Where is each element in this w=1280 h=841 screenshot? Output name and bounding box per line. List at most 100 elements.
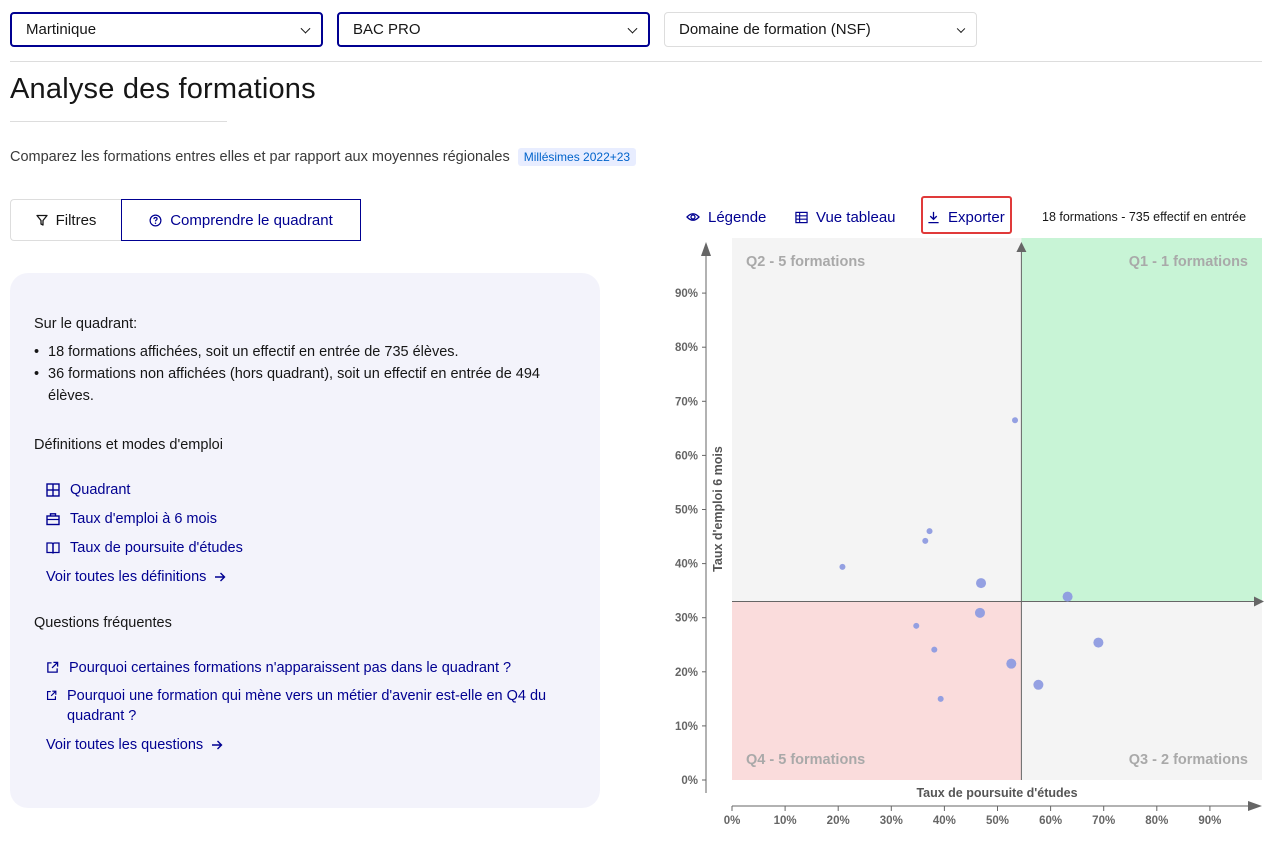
- external-link-icon: [46, 690, 57, 701]
- list-item: 18 formations affichées, soit un effecti…: [34, 341, 576, 363]
- y-tick-label: 20%: [675, 667, 698, 679]
- data-point[interactable]: [974, 607, 985, 618]
- x-tick-label: 80%: [1145, 815, 1168, 827]
- data-point[interactable]: [926, 528, 933, 535]
- quadrant-q2-area: [732, 238, 1022, 602]
- millesime-badge: Millésimes 2022+23: [517, 148, 637, 166]
- definition-link-poursuite[interactable]: Taux de poursuite d'études: [46, 533, 576, 562]
- x-tick-label: 10%: [774, 815, 797, 827]
- chevron-down-icon: [627, 23, 638, 34]
- region-select[interactable]: Martinique: [10, 12, 323, 47]
- y-tick-label: 90%: [675, 288, 698, 300]
- definition-link-label: Taux d'emploi à 6 mois: [70, 510, 218, 527]
- quadrant-chart: 0% 10% 20% 30% 40% 50% 60% 70% 80% 90% 0% 10% 20% 30%…: [675, 238, 1264, 827]
- arrow-right-icon: [212, 740, 223, 749]
- see-all-definitions-label: Voir toutes les définitions: [46, 568, 207, 585]
- data-point[interactable]: [839, 563, 846, 570]
- tab-filtres[interactable]: Filtres: [10, 199, 121, 241]
- definition-link-emploi[interactable]: Taux d'emploi à 6 mois: [46, 504, 576, 533]
- faq-links: Pourquoi certaines formations n'apparais…: [34, 653, 576, 759]
- domaine-select-value: Domaine de formation (NSF): [679, 21, 871, 38]
- chevron-down-icon: [956, 24, 966, 33]
- definition-link-label: Taux de poursuite d'études: [70, 539, 243, 556]
- question-icon: [149, 214, 162, 226]
- x-tick-label: 20%: [827, 815, 850, 827]
- briefcase-icon: [46, 512, 60, 525]
- y-tick-label: 40%: [675, 559, 698, 571]
- y-tick-label: 10%: [675, 721, 698, 733]
- book-icon: [46, 541, 60, 554]
- region-select-value: Martinique: [26, 21, 97, 38]
- data-point[interactable]: [913, 622, 920, 629]
- y-tick-label: 70%: [675, 396, 698, 408]
- page-subtitle-row: Comparez les formations entres elles et …: [10, 148, 637, 166]
- x-tick-label: 0%: [724, 815, 741, 827]
- filter-icon: [35, 214, 48, 226]
- tab-filtres-label: Filtres: [55, 211, 97, 229]
- legend-label: Légende: [708, 208, 767, 226]
- faq-link-label: Pourquoi certaines formations n'apparais…: [69, 659, 512, 676]
- definitions-heading: Définitions et modes d'emploi: [34, 437, 223, 453]
- faq-link-metier-avenir[interactable]: Pourquoi une formation qui mène vers un …: [46, 686, 576, 726]
- export-highlight-box: [921, 196, 1012, 234]
- definition-link-label: Quadrant: [70, 481, 131, 498]
- data-point[interactable]: [922, 537, 929, 544]
- quadrant-q1-label: Q1 - 1 formations: [1129, 254, 1248, 270]
- external-link-icon: [47, 661, 59, 673]
- y-tick-label: 60%: [675, 450, 698, 462]
- quadrant-q1-area: [1021, 238, 1262, 602]
- quadrant-heading: Sur le quadrant:: [34, 316, 138, 332]
- quadrant-q2-label: Q2 - 5 formations: [746, 254, 865, 270]
- quadrant-q4-label: Q4 - 5 formations: [746, 752, 865, 768]
- eye-icon: [686, 213, 700, 221]
- diplome-select[interactable]: BAC PRO: [337, 12, 650, 47]
- x-tick-label: 60%: [1039, 815, 1062, 827]
- data-point[interactable]: [1012, 417, 1019, 424]
- data-point[interactable]: [931, 646, 938, 653]
- definition-link-quadrant[interactable]: Quadrant: [46, 475, 576, 504]
- data-point[interactable]: [976, 578, 987, 589]
- y-tick-label: 50%: [675, 505, 698, 517]
- table-icon: [795, 211, 808, 223]
- faq-link-missing-formations[interactable]: Pourquoi certaines formations n'apparais…: [46, 653, 576, 682]
- formations-count: 18 formations - 735 effectif en entrée: [1042, 210, 1247, 224]
- see-all-definitions-link[interactable]: Voir toutes les définitions: [46, 562, 576, 591]
- data-point[interactable]: [1062, 591, 1073, 602]
- table-view-button[interactable]: Vue tableau: [795, 200, 896, 234]
- y-tick-label: 30%: [675, 613, 698, 625]
- data-point[interactable]: [1006, 658, 1017, 669]
- domaine-select[interactable]: Domaine de formation (NSF): [664, 12, 977, 47]
- diplome-select-value: BAC PRO: [353, 21, 421, 38]
- x-axis-title: Taux de poursuite d'études: [916, 786, 1077, 800]
- page-title: Analyse des formations: [10, 73, 316, 105]
- data-point[interactable]: [937, 695, 944, 702]
- quadrant-bullets: 18 formations affichées, soit un effecti…: [34, 341, 576, 407]
- grid-icon: [46, 482, 60, 497]
- see-all-questions-link[interactable]: Voir toutes les questions: [46, 730, 576, 759]
- x-tick-label: 50%: [986, 815, 1009, 827]
- header-divider: [10, 61, 1262, 62]
- tab-comprendre-quadrant[interactable]: Comprendre le quadrant: [121, 199, 361, 241]
- x-tick-label: 90%: [1198, 815, 1221, 827]
- quadrant-q3-label: Q3 - 2 formations: [1129, 752, 1248, 768]
- chevron-down-icon: [300, 23, 311, 34]
- see-all-questions-label: Voir toutes les questions: [46, 736, 204, 753]
- x-axis-arrow: [1248, 801, 1262, 811]
- y-axis-title: Taux d'emploi 6 mois: [711, 446, 725, 572]
- arrow-right-icon: [215, 572, 226, 581]
- faq-heading: Questions fréquentes: [34, 615, 172, 631]
- panel-tabs: Filtres Comprendre le quadrant: [10, 199, 361, 241]
- x-tick-label: 30%: [880, 815, 903, 827]
- quadrant-info-panel: Sur le quadrant: 18 formations affichées…: [10, 273, 600, 808]
- list-item: 36 formations non affichées (hors quadra…: [34, 363, 576, 407]
- page-subtitle: Comparez les formations entres elles et …: [10, 149, 510, 165]
- data-point[interactable]: [1093, 637, 1104, 648]
- data-point[interactable]: [1033, 679, 1044, 690]
- faq-link-label: Pourquoi une formation qui mène vers un …: [67, 688, 547, 724]
- x-tick-label: 40%: [933, 815, 956, 827]
- legend-button[interactable]: Légende: [686, 200, 766, 234]
- tab-comprendre-label: Comprendre le quadrant: [170, 211, 333, 229]
- y-tick-label: 80%: [675, 342, 698, 354]
- table-view-label: Vue tableau: [816, 208, 896, 226]
- title-underline: [10, 121, 227, 122]
